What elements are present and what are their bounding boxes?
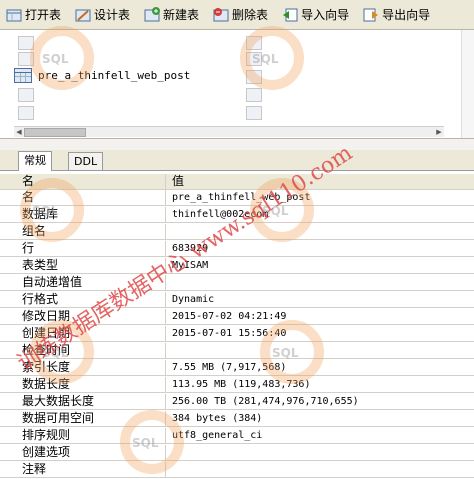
tab-ddl[interactable]: DDL bbox=[68, 152, 104, 170]
design-table-label: 设计表 bbox=[94, 8, 131, 22]
table-row[interactable]: 表类型 MyISAM bbox=[0, 258, 474, 274]
table-row[interactable]: 数据可用空间 384 bytes (384) bbox=[0, 411, 474, 427]
property-name: 自动递增值 bbox=[0, 275, 166, 290]
table-row[interactable]: 自动递增值 bbox=[0, 275, 474, 291]
property-value: 683929 bbox=[172, 243, 209, 254]
design-table-button[interactable]: 设计表 bbox=[71, 3, 134, 27]
table-row[interactable]: 组名 bbox=[0, 224, 474, 240]
list-side-strip bbox=[461, 30, 474, 138]
table-icon bbox=[246, 88, 262, 102]
design-table-icon bbox=[75, 7, 91, 23]
import-wizard-icon bbox=[282, 7, 298, 23]
header-name: 名 bbox=[0, 174, 166, 189]
horizontal-scrollbar[interactable]: ◀ ▶ bbox=[14, 126, 444, 137]
grid-header: 名 值 bbox=[0, 174, 474, 190]
property-name: 注释 bbox=[0, 462, 166, 477]
property-name: 创建选项 bbox=[0, 445, 166, 460]
scroll-right-icon[interactable]: ▶ bbox=[434, 127, 444, 137]
import-wizard-button[interactable]: 导入向导 bbox=[278, 3, 353, 27]
table-row[interactable]: 创建日期 2015-07-01 15:56:40 bbox=[0, 326, 474, 342]
new-table-button[interactable]: 新建表 bbox=[140, 3, 203, 27]
property-value: 2015-07-02 04:21:49 bbox=[172, 311, 287, 322]
property-name: 数据库 bbox=[0, 207, 166, 222]
list-item-selected[interactable]: pre_a_thinfell_web_post bbox=[14, 66, 193, 84]
property-name: 数据长度 bbox=[0, 377, 166, 392]
app-window: 打开表 设计表 新建表 删除表 导入向导 导出向导 pre_a_thinfell… bbox=[0, 0, 474, 479]
table-icon bbox=[18, 88, 34, 102]
property-name: 名 bbox=[0, 190, 166, 205]
property-value: 7.55 MB (7,917,568) bbox=[172, 362, 287, 373]
table-icon bbox=[246, 36, 262, 50]
table-row[interactable]: 最大数据长度 256.00 TB (281,474,976,710,655) bbox=[0, 394, 474, 410]
new-table-label: 新建表 bbox=[163, 8, 200, 22]
property-name: 表类型 bbox=[0, 258, 166, 273]
header-value: 值 bbox=[170, 174, 472, 189]
property-name: 行 bbox=[0, 241, 166, 256]
table-row[interactable]: 行 683929 bbox=[0, 241, 474, 257]
property-value: pre_a_thinfell_web_post bbox=[172, 192, 311, 203]
table-icon bbox=[18, 36, 34, 50]
delete-table-button[interactable]: 删除表 bbox=[209, 3, 272, 27]
table-row[interactable]: 创建选项 bbox=[0, 445, 474, 461]
property-value: 256.00 TB (281,474,976,710,655) bbox=[172, 396, 359, 407]
delete-table-icon bbox=[213, 7, 229, 23]
table-icon bbox=[246, 106, 262, 120]
property-name: 排序规则 bbox=[0, 428, 166, 443]
property-name: 数据可用空间 bbox=[0, 411, 166, 426]
selected-table-name: pre_a_thinfell_web_post bbox=[36, 67, 193, 83]
property-value: utf8_general_ci bbox=[172, 430, 263, 441]
table-icon bbox=[18, 52, 34, 66]
table-icon bbox=[18, 106, 34, 120]
table-row[interactable]: 名 pre_a_thinfell_web_post bbox=[0, 190, 474, 206]
open-table-label: 打开表 bbox=[25, 8, 62, 22]
property-value bbox=[170, 343, 472, 358]
table-row[interactable]: 索引长度 7.55 MB (7,917,568) bbox=[0, 360, 474, 376]
property-value bbox=[170, 462, 472, 477]
property-name: 最大数据长度 bbox=[0, 394, 166, 409]
table-row[interactable]: 数据库 thinfell@002ecom bbox=[0, 207, 474, 223]
scroll-left-icon[interactable]: ◀ bbox=[14, 127, 24, 137]
import-wizard-label: 导入向导 bbox=[301, 8, 350, 22]
scrollbar-thumb[interactable] bbox=[24, 128, 86, 137]
property-name: 修改日期 bbox=[0, 309, 166, 324]
export-wizard-label: 导出向导 bbox=[382, 8, 431, 22]
table-icon bbox=[246, 70, 262, 84]
property-name: 行格式 bbox=[0, 292, 166, 307]
open-table-button[interactable]: 打开表 bbox=[2, 3, 65, 27]
table-icon bbox=[14, 67, 32, 83]
export-wizard-icon bbox=[363, 7, 379, 23]
table-row[interactable]: 行格式 Dynamic bbox=[0, 292, 474, 308]
property-value: 2015-07-01 15:56:40 bbox=[172, 328, 287, 339]
property-value: thinfell@002ecom bbox=[172, 209, 269, 220]
tab-general[interactable]: 常规 bbox=[18, 151, 52, 171]
export-wizard-button[interactable]: 导出向导 bbox=[359, 3, 434, 27]
property-value bbox=[170, 224, 472, 239]
property-name: 创建日期 bbox=[0, 326, 166, 341]
toolbar: 打开表 设计表 新建表 删除表 导入向导 导出向导 bbox=[0, 0, 474, 30]
property-value: Dynamic bbox=[172, 294, 215, 305]
table-row[interactable]: 修改日期 2015-07-02 04:21:49 bbox=[0, 309, 474, 325]
property-grid: 名 值 名 pre_a_thinfell_web_post 数据库 thinfe… bbox=[0, 171, 474, 479]
open-table-icon bbox=[6, 7, 22, 23]
table-row[interactable]: 数据长度 113.95 MB (119,483,736) bbox=[0, 377, 474, 393]
table-row[interactable]: 检查时间 bbox=[0, 343, 474, 359]
property-value bbox=[170, 275, 472, 290]
table-row[interactable]: 注释 bbox=[0, 462, 474, 478]
delete-table-label: 删除表 bbox=[232, 8, 269, 22]
property-value: 384 bytes (384) bbox=[172, 413, 263, 424]
object-list[interactable]: pre_a_thinfell_web_post ◀ ▶ bbox=[0, 30, 474, 139]
table-row[interactable]: 排序规则 utf8_general_ci bbox=[0, 428, 474, 444]
new-table-icon bbox=[144, 6, 161, 23]
property-name: 索引长度 bbox=[0, 360, 166, 375]
property-value bbox=[170, 445, 472, 460]
property-name: 组名 bbox=[0, 224, 166, 239]
property-value: 113.95 MB (119,483,736) bbox=[172, 379, 311, 390]
property-value: MyISAM bbox=[172, 260, 209, 271]
table-icon bbox=[246, 52, 262, 66]
property-name: 检查时间 bbox=[0, 343, 166, 358]
tab-bar: 常规 DDL bbox=[0, 150, 474, 171]
